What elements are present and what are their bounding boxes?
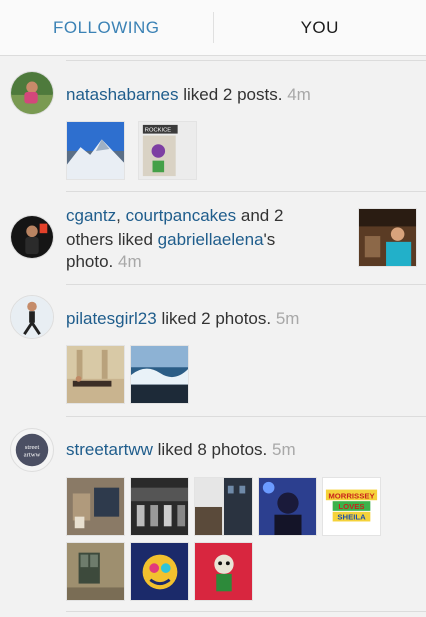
timestamp: 4m	[118, 252, 142, 271]
divider	[66, 416, 426, 417]
timestamp: 5m	[272, 440, 296, 459]
bar-scene-photo[interactable]	[358, 208, 417, 267]
username-link[interactable]: cgantz	[66, 206, 116, 225]
portrait-blue-photo[interactable]	[258, 477, 317, 536]
rockice-poster-photo[interactable]: ROCKICE	[138, 121, 197, 180]
activity-text: pilatesgirl23 liked 2 photos. 5m	[66, 308, 299, 330]
mountain-photo[interactable]	[66, 121, 125, 180]
activity-text-line-3: photo. 4m	[66, 251, 142, 273]
activity-text-line-2: others liked gabriellaelena's	[66, 229, 275, 251]
divider	[66, 284, 426, 285]
activity-text: streetartww liked 8 photos. 5m	[66, 439, 296, 461]
activity-text-line-1: cgantz, courtpancakes and 2	[66, 205, 283, 227]
username-link[interactable]: streetartww	[66, 440, 153, 459]
avatar-cgantz[interactable]	[10, 215, 54, 259]
divider	[66, 191, 426, 192]
action-text: and 2	[240, 206, 284, 225]
colorful-mural-photo[interactable]	[130, 542, 189, 601]
tab-you[interactable]: YOU	[214, 0, 426, 55]
svg-text:street: street	[25, 444, 40, 451]
tab-following[interactable]: FOLLOWING	[0, 12, 214, 43]
action-text: liked 2 posts.	[183, 85, 283, 104]
username-link[interactable]: gabriellaelena	[158, 230, 264, 249]
svg-text:ROCKICE: ROCKICE	[145, 128, 171, 134]
morrissey-loves-sheila-photo[interactable]: MORRISSEY LOVES SHEILA	[322, 477, 381, 536]
ocean-wave-photo[interactable]	[130, 345, 189, 404]
svg-text:artww: artww	[24, 452, 41, 459]
divider	[66, 611, 426, 612]
divider	[66, 60, 426, 61]
action-text: liked 8 photos.	[157, 440, 268, 459]
username-link[interactable]: pilatesgirl23	[66, 309, 157, 328]
old-window-photo[interactable]	[66, 542, 125, 601]
avatar-streetartww[interactable]: street artww	[10, 428, 54, 472]
saint-street-sign-photo[interactable]	[66, 477, 125, 536]
action-text: photo.	[66, 252, 114, 271]
avatar-natashabarnes[interactable]	[10, 71, 54, 115]
pilates-studio-photo[interactable]	[66, 345, 125, 404]
username-link[interactable]: natashabarnes	[66, 85, 178, 104]
svg-text:SHEILA: SHEILA	[337, 513, 366, 522]
red-graffiti-photo[interactable]	[194, 542, 253, 601]
timestamp: 5m	[275, 309, 300, 328]
separator: ,	[116, 206, 121, 225]
activity-tab-bar: FOLLOWING YOU	[0, 0, 426, 56]
action-text: 's	[263, 230, 276, 249]
city-building-photo[interactable]	[194, 477, 253, 536]
action-text: others liked	[66, 230, 153, 249]
svg-text:LOVES: LOVES	[338, 502, 364, 511]
bw-street-photo[interactable]	[130, 477, 189, 536]
action-text: liked 2 photos.	[161, 309, 272, 328]
svg-text:MORRISSEY: MORRISSEY	[328, 491, 375, 500]
username-link[interactable]: courtpancakes	[126, 206, 237, 225]
activity-text: natashabarnes liked 2 posts. 4m	[66, 84, 311, 106]
avatar-pilatesgirl23[interactable]	[10, 295, 54, 339]
timestamp: 4m	[287, 85, 311, 104]
